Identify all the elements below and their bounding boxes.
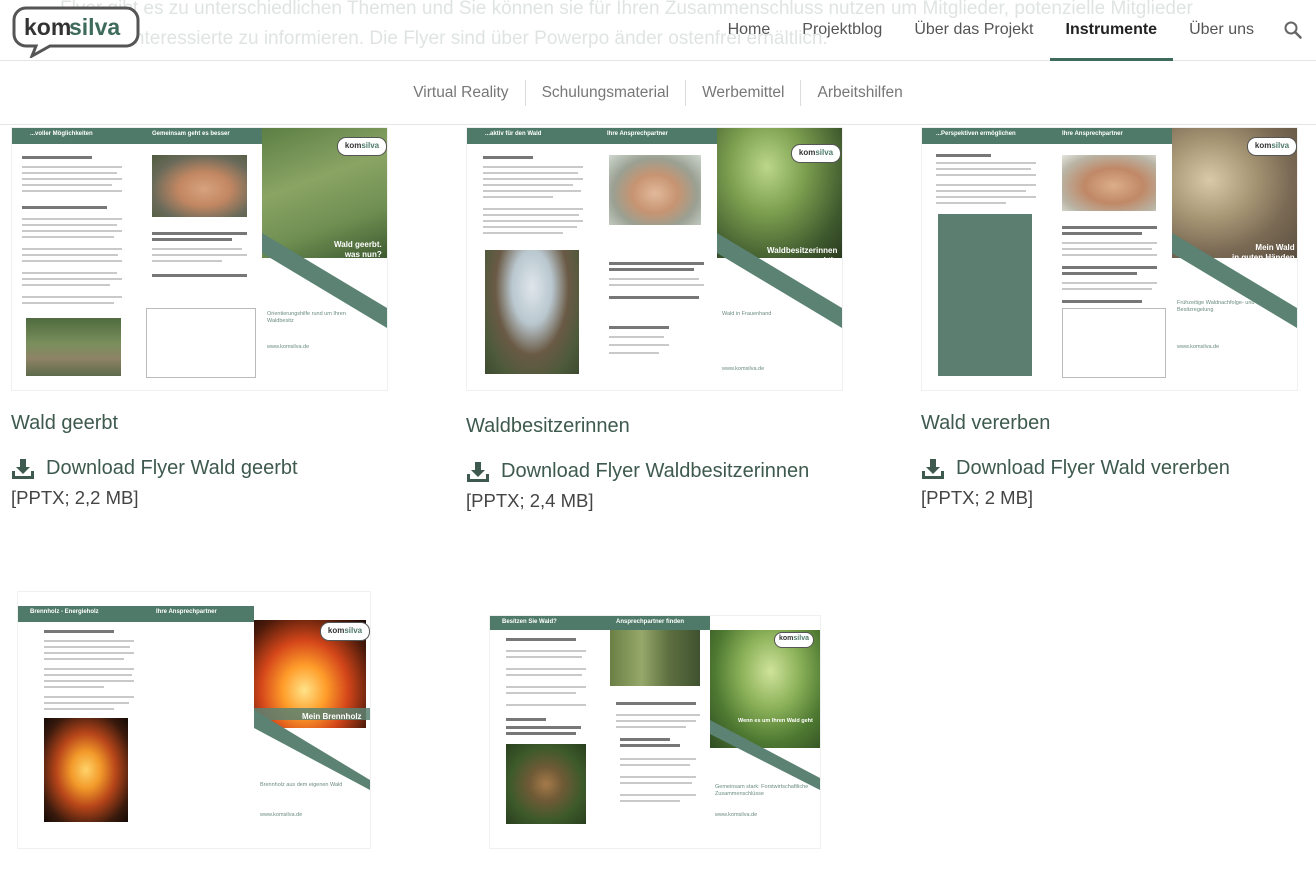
thumb-bar-label: Brennholz - Energieholz <box>30 609 99 615</box>
download-link[interactable]: Download Flyer Wald vererben <box>921 457 1230 480</box>
mini-logo: komsilva <box>774 632 814 648</box>
thumb-bar-label: Ansprechpartner finden <box>616 619 685 625</box>
sub-nav: Virtual Reality Schulungsmaterial Werbem… <box>0 61 1316 125</box>
word-cloud-panel <box>938 214 1032 376</box>
thumb-url-text: www.komsilva.de <box>715 812 758 818</box>
flyer-thumbnail[interactable]: ...aktiv für den Wald Ihre Ansprechpartn… <box>467 128 842 390</box>
download-label: Download Flyer Wald vererben <box>956 457 1230 479</box>
thumb-bar-label: ...Perspektiven ermöglichen <box>936 131 1016 137</box>
thumb-bar-label: ...aktiv für den Wald <box>485 131 542 137</box>
thumb-overlay-text: Wald geerbt. was nun? <box>334 240 382 259</box>
thumb-overlay-text: Wenn es um Ihren Wald geht <box>738 718 813 724</box>
nav-instrumente[interactable]: Instrumente <box>1049 0 1174 61</box>
flyer-thumbnail[interactable]: Brennholz - Energieholz Ihre Ansprechpar… <box>18 592 370 848</box>
thumb-footer-text: Orientierungshilfe rund um Ihren Waldbes… <box>267 311 346 324</box>
thumb-footer-text: Gemeinsam stark: Forstwirtschaftliche Zu… <box>715 784 809 797</box>
family-walk-photo <box>26 318 121 376</box>
thumb-overlay-text: Waldbesitzerinnen aktiv <box>767 246 838 265</box>
mini-logo: komsilva <box>320 622 370 641</box>
handshake-photo <box>609 155 701 225</box>
forest-path-photo <box>610 630 700 686</box>
thumb-url-text: www.komsilva.de <box>260 812 303 818</box>
thumb-footer-text: Frühzeitige Waldnachfolge- und Besitzreg… <box>1177 300 1255 313</box>
mini-logo: komsilva <box>337 137 387 156</box>
nav-home[interactable]: Home <box>712 0 787 60</box>
thumb-url-text: www.komsilva.de <box>722 366 765 372</box>
tree-photo <box>485 250 579 374</box>
thumb-footer-text: Wald in Frauenhand <box>722 311 772 317</box>
thumb-bar-label: Gemeinsam geht es besser <box>152 131 230 137</box>
search-icon <box>1284 21 1302 39</box>
thumb-bar-label: Ihre Ansprechpartner <box>1062 131 1123 137</box>
flyer-thumbnail[interactable]: Besitzen Sie Wald? Ansprechpartner finde… <box>490 616 820 848</box>
nav-ueber-uns[interactable]: Über uns <box>1173 0 1270 60</box>
thumb-footer-text: Brennholz aus dem eigenen Wald <box>260 782 343 788</box>
handshake-photo <box>152 155 247 217</box>
download-label: Download Flyer Wald geerbt <box>46 457 298 479</box>
pine-cones-photo <box>506 744 586 824</box>
thumb-url-text: www.komsilva.de <box>1177 344 1220 350</box>
download-label: Download Flyer Waldbesitzerinnen <box>501 460 810 482</box>
download-icon <box>12 458 34 479</box>
mini-logo: komsilva <box>1247 137 1297 156</box>
nav-projektblog[interactable]: Projektblog <box>786 0 898 60</box>
main-nav: Home Projektblog Über das Projekt Instru… <box>712 0 1316 61</box>
mini-logo: komsilva <box>791 144 841 163</box>
nav-ueber-das-projekt[interactable]: Über das Projekt <box>898 0 1049 60</box>
file-info: [PPTX; 2,4 MB] <box>466 490 594 511</box>
handshake-photo <box>1062 155 1156 211</box>
flyer-thumbnail[interactable]: ...Perspektiven ermöglichen Ihre Ansprec… <box>922 128 1297 390</box>
thumb-bar-label: Ihre Ansprechpartner <box>156 609 217 615</box>
thumb-overlay-text: Mein Brennholz <box>302 712 362 721</box>
svg-text:kom: kom <box>24 14 71 40</box>
download-link[interactable]: Download Flyer Wald geerbt <box>11 457 298 480</box>
subnav-virtual-reality[interactable]: Virtual Reality <box>397 80 524 106</box>
card-title[interactable]: Waldbesitzerinnen <box>466 415 630 438</box>
card-title[interactable]: Wald vererben <box>921 412 1050 435</box>
fireplace-photo <box>44 718 128 822</box>
site-header: Flyer gibt es zu unterschiedlichen Theme… <box>0 0 1316 61</box>
subnav-schulungsmaterial[interactable]: Schulungsmaterial <box>524 79 686 106</box>
card-title[interactable]: Wald geerbt <box>11 412 118 435</box>
thumb-url-text: www.komsilva.de <box>267 344 310 350</box>
thumb-bar-label: Ihre Ansprechpartner <box>607 131 668 137</box>
komsilva-logo[interactable]: kom silva <box>10 4 140 58</box>
download-icon <box>922 458 944 479</box>
subnav-werbemittel[interactable]: Werbemittel <box>685 79 800 106</box>
download-link[interactable]: Download Flyer Waldbesitzerinnen <box>466 460 809 483</box>
thumb-overlay-text: Mein Wald in guten Händen <box>1232 243 1295 262</box>
file-info: [PPTX; 2 MB] <box>921 487 1034 508</box>
file-info: [PPTX; 2,2 MB] <box>11 487 139 508</box>
download-icon <box>467 461 489 482</box>
thumb-bar-label: Besitzen Sie Wald? <box>502 619 557 625</box>
subnav-arbeitshilfen[interactable]: Arbeitshilfen <box>800 79 918 106</box>
flyer-thumbnail[interactable]: ...voller Möglichkeiten Gemeinsam geht e… <box>12 128 387 390</box>
svg-text:silva: silva <box>69 14 120 40</box>
thumb-bar-label: ...voller Möglichkeiten <box>30 131 93 137</box>
search-button[interactable] <box>1270 0 1316 60</box>
